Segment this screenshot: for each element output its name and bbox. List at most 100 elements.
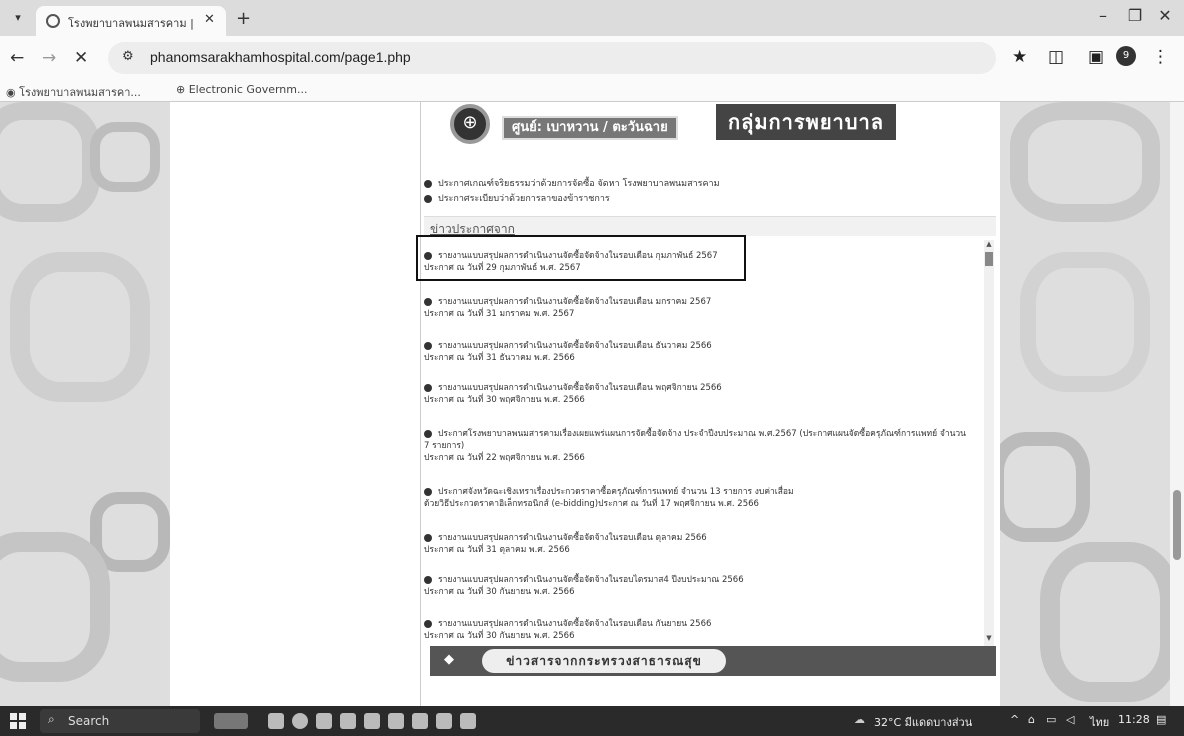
news-item[interactable]: ประกาศโรงพยาบาลพนมสารคามเรื่องเผยแพร่แผน… — [424, 428, 974, 464]
decorative-background-right — [1000, 102, 1170, 706]
top-link-ethics[interactable]: ประกาศเกณฑ์จริยธรรมว่าด้วยการจัดซื้อ จัด… — [424, 176, 720, 190]
weather-text[interactable]: 32°C มีแดดบางส่วน — [874, 713, 972, 731]
bullet-icon — [424, 487, 432, 496]
notification-icon[interactable]: ▤ — [1156, 713, 1166, 726]
news-item[interactable]: รายงานแบบสรุปผลการดำเนินงานจัดซื้อจัดจ้า… — [424, 574, 974, 598]
page-scrollbar[interactable] — [1170, 102, 1184, 706]
bookmark-label: โรงพยาบาลพนมสารคา... — [19, 86, 141, 99]
side-panel-icon[interactable]: ▣ — [1088, 47, 1104, 67]
nursing-banner[interactable]: ⊕ ศูนย์: เบาหวาน / ตะวันฉาย กลุ่มการพยาบ… — [440, 102, 930, 146]
mail-icon[interactable] — [340, 713, 356, 729]
app-icon[interactable] — [364, 713, 380, 729]
news-item[interactable]: ประกาศจังหวัดฉะเชิงเทราเรื่องประกวดราคาซ… — [424, 486, 974, 510]
tray-chevron-icon[interactable]: ^ — [1010, 713, 1019, 726]
network-icon[interactable]: ⌂ — [1028, 713, 1035, 726]
back-icon[interactable]: ← — [10, 48, 24, 68]
file-explorer-icon[interactable] — [316, 713, 332, 729]
news-date: ประกาศ ณ วันที่ 31 ตุลาคม พ.ศ. 2566 — [424, 545, 570, 555]
tab-favicon-icon — [46, 14, 60, 28]
news-title[interactable]: รายงานแบบสรุปผลการดำเนินงานจัดซื้อจัดจ้า… — [438, 533, 707, 543]
bookmark-hospital[interactable]: ◉ โรงพยาบาลพนมสารคา... — [6, 83, 141, 101]
news-scrollbar[interactable]: ▲ ▼ — [984, 240, 994, 646]
news-item[interactable]: รายงานแบบสรุปผลการดำเนินงานจัดซื้อจัดจ้า… — [424, 296, 974, 320]
clock[interactable]: 11:28 — [1118, 713, 1150, 726]
app-icon[interactable] — [412, 713, 428, 729]
link-text: ประกาศเกณฑ์จริยธรรมว่าด้วยการจัดซื้อ จัด… — [438, 179, 720, 189]
bullet-icon — [424, 341, 432, 350]
app-icon[interactable] — [388, 713, 404, 729]
app-icon[interactable] — [460, 713, 476, 729]
restore-icon[interactable]: ❐ — [1120, 6, 1150, 25]
profile-avatar[interactable]: 9 — [1116, 46, 1136, 66]
extensions-icon[interactable]: ◫ — [1048, 47, 1064, 67]
news-title[interactable]: รายงานแบบสรุปผลการดำเนินงานจัดซื้อจัดจ้า… — [438, 297, 711, 307]
news-title[interactable]: รายงานแบบสรุปผลการดำเนินงานจัดซื้อจัดจ้า… — [438, 619, 711, 629]
tab-search-chevron-icon[interactable]: ▾ — [8, 9, 28, 27]
bookmark-label: Electronic Governm... — [188, 83, 308, 96]
tab-close-icon[interactable]: ✕ — [204, 12, 215, 27]
bullet-icon — [424, 575, 432, 584]
scroll-up-icon[interactable]: ▲ — [984, 240, 994, 248]
news-title[interactable]: ประกาศจังหวัดฉะเชิงเทราเรื่องประกวดราคาซ… — [438, 487, 794, 497]
news-date: ประกาศ ณ วันที่ 22 พฤศจิกายน พ.ศ. 2566 — [424, 453, 585, 463]
bullet-icon — [424, 533, 432, 542]
news-list: รายงานแบบสรุปผลการดำเนินงานจัดซื้อจัดจ้า… — [424, 240, 984, 646]
tab-bar: ▾ โรงพยาบาลพนมสารคาม | phanom ✕ + – ❐ ✕ — [0, 0, 1184, 36]
taskbar-search-label: Search — [68, 714, 110, 728]
taskbar-search[interactable]: ⌕ Search — [40, 709, 200, 733]
site-info-icon[interactable]: ⚙ — [122, 49, 134, 64]
globe-icon: ◉ — [6, 86, 20, 99]
url-text[interactable]: phanomsarakhamhospital.com/page1.php — [150, 49, 411, 65]
bullet-icon — [424, 179, 432, 188]
volume-icon[interactable]: ◁ — [1066, 713, 1074, 726]
page-scroll-thumb[interactable] — [1173, 490, 1181, 560]
chrome-icon[interactable] — [292, 713, 308, 729]
windows-start-icon[interactable] — [10, 713, 26, 729]
news-item[interactable]: รายงานแบบสรุปผลการดำเนินงานจัดซื้อจัดจ้า… — [424, 618, 974, 642]
bullet-icon — [424, 297, 432, 306]
news-date: ประกาศ ณ วันที่ 31 ธันวาคม พ.ศ. 2566 — [424, 353, 575, 363]
menu-icon[interactable]: ⋮ — [1152, 47, 1169, 67]
news-title[interactable]: ประกาศโรงพยาบาลพนมสารคามเรื่องเผยแพร่แผน… — [424, 429, 966, 451]
web-page: ⊕ ศูนย์: เบาหวาน / ตะวันฉาย กลุ่มการพยาบ… — [0, 102, 1184, 706]
diamond-icon: ◆ — [444, 652, 454, 667]
top-link-leave[interactable]: ประกาศระเบียบว่าด้วยการลาของข้าราชการ — [424, 191, 610, 205]
decorative-background-left — [0, 102, 170, 706]
news-item[interactable]: รายงานแบบสรุปผลการดำเนินงานจัดซื้อจัดจ้า… — [424, 340, 974, 364]
search-icon: ⌕ — [48, 712, 55, 726]
display-icon[interactable]: ▭ — [1046, 713, 1056, 726]
minimize-icon[interactable]: – — [1088, 6, 1118, 25]
weather-icon[interactable]: ☁ — [854, 713, 865, 726]
bullet-icon — [424, 429, 432, 438]
news-title[interactable]: รายงานแบบสรุปผลการดำเนินงานจัดซื้อจัดจ้า… — [438, 383, 722, 393]
news-date: ประกาศ ณ วันที่ 31 มกราคม พ.ศ. 2567 — [424, 309, 575, 319]
bookmark-egov[interactable]: ⊕ Electronic Governm... — [176, 83, 307, 96]
news-title[interactable]: รายงานแบบสรุปผลการดำเนินงานจัดซื้อจัดจ้า… — [438, 341, 712, 351]
forward-icon[interactable]: → — [42, 48, 56, 68]
task-view-icon[interactable] — [268, 713, 284, 729]
language-indicator[interactable]: ไทย — [1090, 713, 1109, 731]
new-tab-icon[interactable]: + — [236, 8, 251, 29]
moph-news-banner[interactable]: ◆ ข่าวสารจากกระทรวงสาธารณสุข — [430, 646, 996, 676]
bookmark-star-icon[interactable]: ★ — [1012, 47, 1027, 67]
news-item[interactable]: รายงานแบบสรุปผลการดำเนินงานจัดซื้อจัดจ้า… — [424, 382, 974, 406]
news-date: ด้วยวิธีประกวดราคาอิเล็กทรอนิกส์ (e-bidd… — [424, 499, 759, 509]
windows-taskbar: ⌕ Search ☁ 32°C มีแดดบางส่วน ^ ⌂ ▭ ◁ ไทย… — [0, 706, 1184, 736]
news-date: ประกาศ ณ วันที่ 30 กันยายน พ.ศ. 2566 — [424, 631, 575, 641]
app-icon[interactable] — [436, 713, 452, 729]
hospital-logo-icon: ⊕ — [450, 104, 490, 144]
widget-icon[interactable] — [214, 713, 248, 729]
close-window-icon[interactable]: ✕ — [1150, 6, 1180, 25]
scroll-thumb[interactable] — [985, 252, 993, 266]
news-date: ประกาศ ณ วันที่ 30 กันยายน พ.ศ. 2566 — [424, 587, 575, 597]
bullet-icon — [424, 619, 432, 628]
stop-loading-icon[interactable]: ✕ — [74, 48, 88, 68]
news-title[interactable]: รายงานแบบสรุปผลการดำเนินงานจัดซื้อจัดจ้า… — [438, 575, 744, 585]
browser-toolbar: ← → ✕ ⚙ phanomsarakhamhospital.com/page1… — [0, 36, 1184, 80]
news-item[interactable]: รายงานแบบสรุปผลการดำเนินงานจัดซื้อจัดจ้า… — [424, 532, 974, 556]
scroll-down-icon[interactable]: ▼ — [984, 634, 994, 642]
bullet-icon — [424, 383, 432, 392]
address-bar[interactable]: ⚙ phanomsarakhamhospital.com/page1.php — [108, 42, 996, 74]
browser-tab[interactable]: โรงพยาบาลพนมสารคาม | phanom ✕ — [36, 6, 226, 36]
link-text: ประกาศระเบียบว่าด้วยการลาของข้าราชการ — [438, 194, 610, 204]
